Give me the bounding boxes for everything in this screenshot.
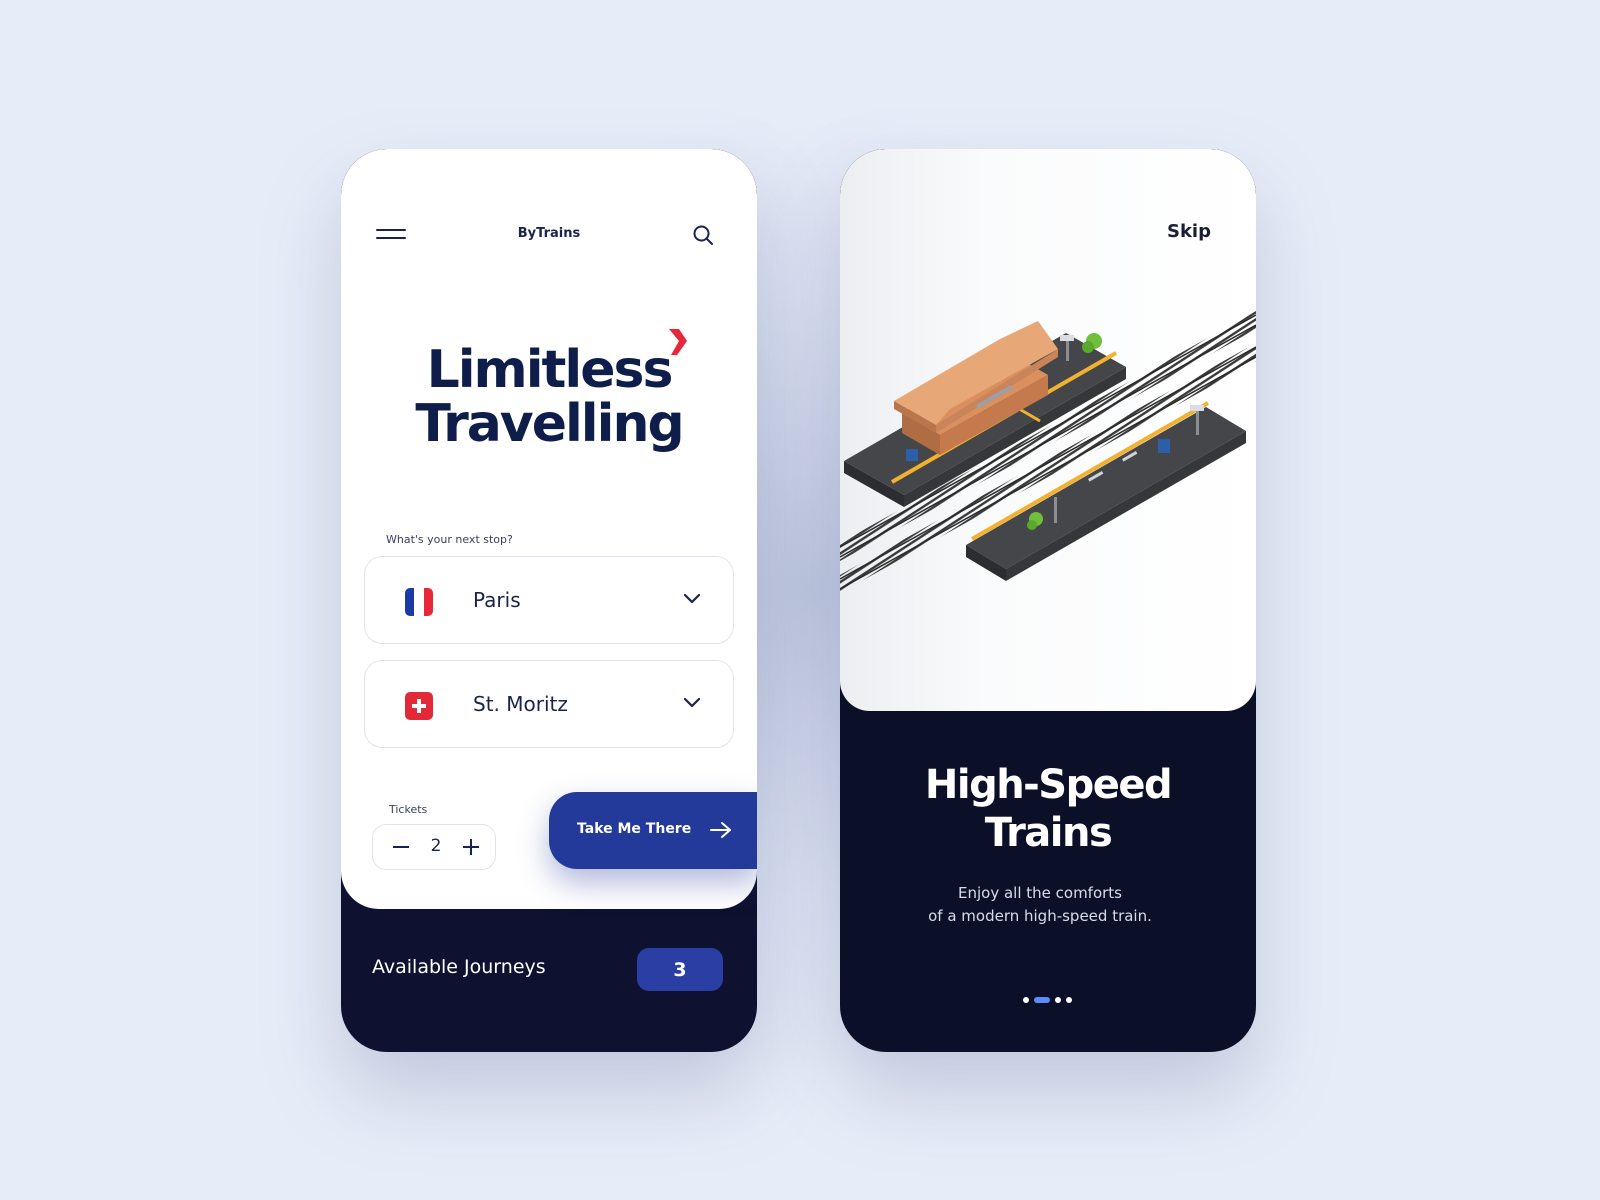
hero-title: Limitless Travelling — [341, 343, 757, 451]
origin-select[interactable]: Paris — [364, 556, 734, 644]
chevron-down-icon — [683, 697, 701, 708]
france-flag-icon — [405, 588, 433, 616]
onboarding-screen: Skip High-Speed Trains Enjoy all the com… — [840, 149, 1256, 1052]
booking-screen: ByTrains Limitless Travelling What's you… — [341, 149, 757, 1052]
destination-prompt: What's your next stop? — [386, 533, 513, 546]
subtitle-line-2: of a modern high-speed train. — [928, 907, 1152, 925]
red-chevron-icon — [669, 329, 687, 355]
skip-button[interactable]: Skip — [1167, 221, 1211, 242]
onboarding-subtitle: Enjoy all the comforts of a modern high-… — [840, 882, 1240, 928]
illustration-panel: Skip — [840, 149, 1256, 711]
take-me-there-button[interactable]: Take Me There — [549, 792, 757, 869]
tickets-count: 2 — [430, 836, 442, 856]
onboarding-title: High-Speed Trains — [840, 761, 1256, 857]
destination-select[interactable]: St. Moritz — [364, 660, 734, 748]
destination-city: St. Moritz — [473, 692, 568, 716]
cta-label: Take Me There — [577, 821, 692, 837]
tickets-label: Tickets — [389, 803, 428, 816]
origin-city: Paris — [473, 588, 521, 612]
tickets-stepper: 2 — [372, 824, 496, 870]
chevron-down-icon — [683, 593, 701, 604]
decrement-button[interactable] — [393, 846, 409, 848]
booking-card: ByTrains Limitless Travelling What's you… — [341, 149, 757, 909]
subtitle-line-1: Enjoy all the comforts — [957, 884, 1122, 902]
page-dot[interactable] — [1066, 997, 1072, 1003]
page-dot[interactable] — [1023, 997, 1029, 1003]
title-line-2: Trains — [984, 810, 1113, 856]
page-dot-active[interactable] — [1034, 997, 1050, 1003]
hero-line-2: Travelling — [415, 394, 684, 454]
search-icon[interactable] — [691, 223, 715, 247]
arrow-right-icon — [710, 822, 731, 838]
increment-button[interactable] — [463, 839, 479, 855]
page-dot[interactable] — [1055, 997, 1061, 1003]
train-station-illustration — [840, 311, 1256, 593]
hero-line-1: Limitless — [426, 340, 674, 400]
switzerland-flag-icon — [405, 692, 433, 720]
journeys-count-badge[interactable]: 3 — [637, 948, 723, 991]
available-journeys-label[interactable]: Available Journeys — [372, 956, 546, 978]
title-line-1: High-Speed — [924, 762, 1173, 808]
